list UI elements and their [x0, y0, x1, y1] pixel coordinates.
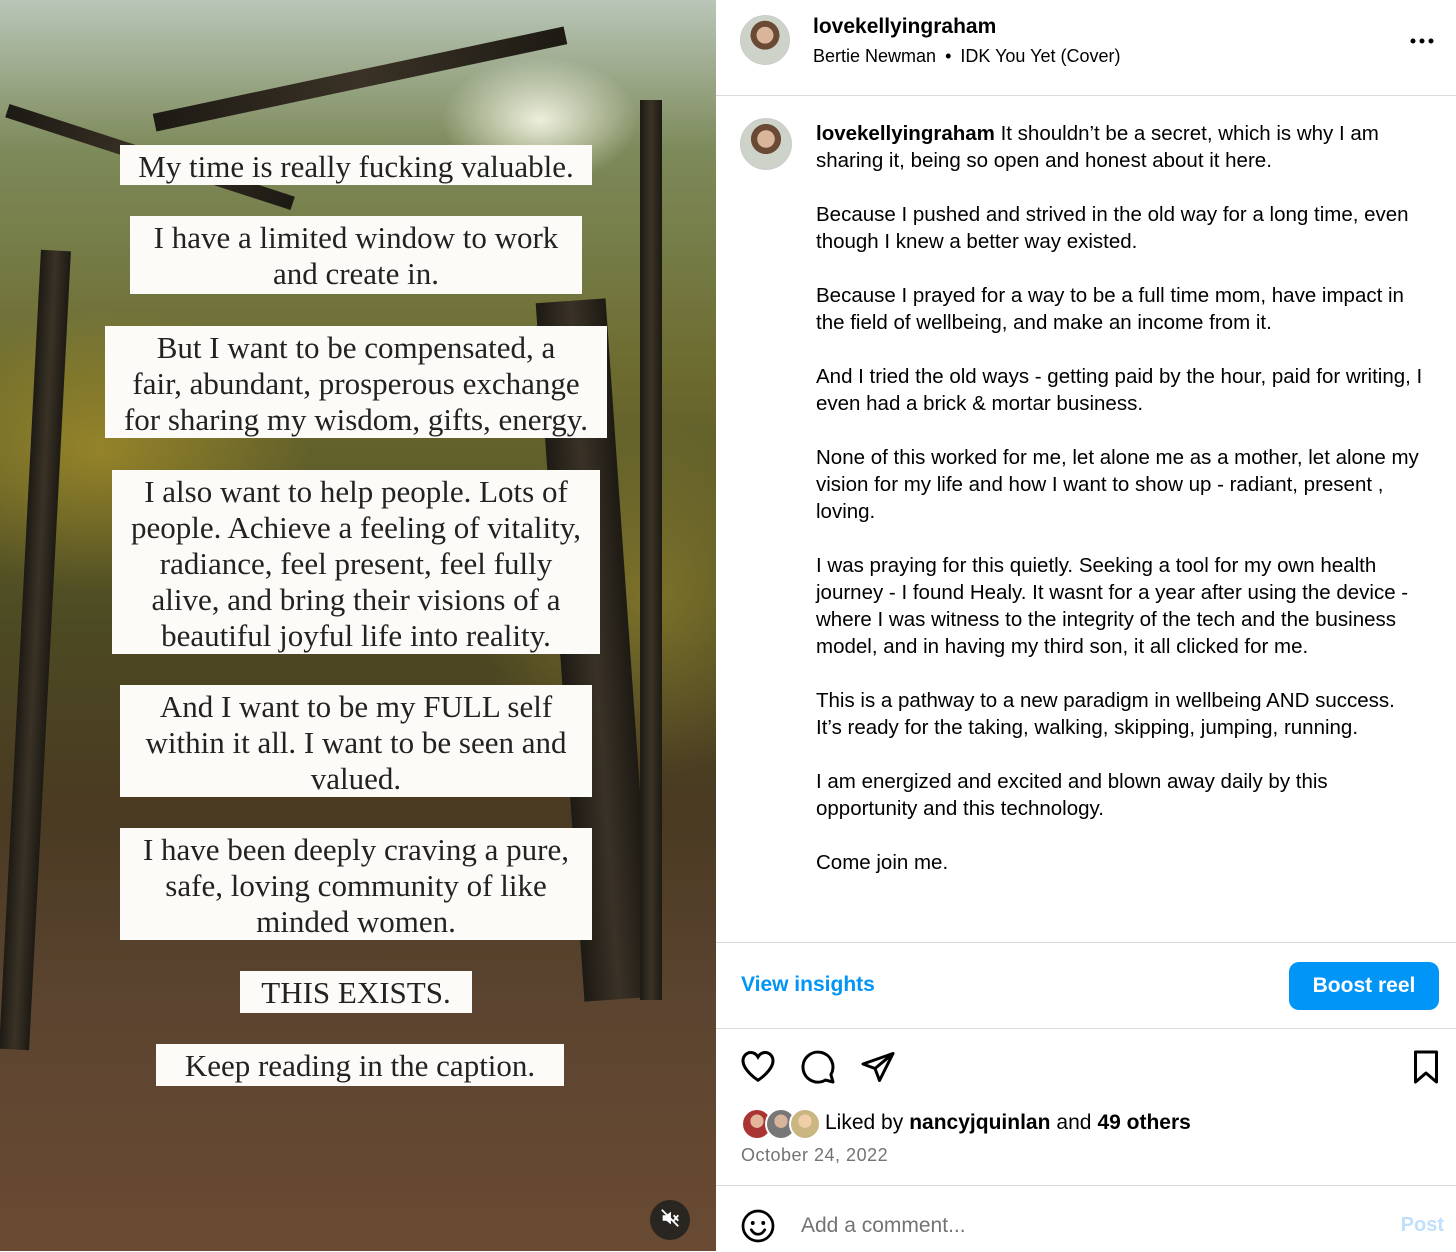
audio-artist[interactable]: Bertie Newman: [813, 46, 936, 66]
avatar: [789, 1108, 821, 1140]
text-card-6: I have been deeply craving a pure, safe,…: [120, 828, 592, 940]
text-card-4: I also want to help people. Lots of peop…: [112, 470, 600, 654]
caption-paragraph: I am energized and excited and blown awa…: [816, 770, 1328, 820]
caption-paragraph: Because I pushed and strived in the old …: [816, 203, 1409, 253]
post-comment-button[interactable]: Post: [1401, 1214, 1444, 1237]
insights-bar: View insights Boost reel: [716, 942, 1456, 1029]
action-icons: [716, 1045, 1456, 1090]
caption-avatar[interactable]: [740, 118, 792, 170]
caption-scroll[interactable]: lovekellyingraham It shouldn’t be a secr…: [716, 96, 1456, 941]
heart-icon[interactable]: [740, 1049, 776, 1088]
caption-paragraph: Because I prayed for a way to be a full …: [816, 284, 1404, 334]
comment-icon[interactable]: [800, 1049, 836, 1090]
likes-user[interactable]: nancyjquinlan: [909, 1111, 1050, 1135]
likes-and: and: [1056, 1111, 1092, 1134]
tree-trunk: [640, 100, 662, 1000]
caption-paragraph: I was praying for this quietly. Seeking …: [816, 554, 1409, 658]
text-card-3: But I want to be compensated, a fair, ab…: [105, 326, 607, 438]
speaker-muted-icon: [659, 1207, 681, 1234]
caption-text: lovekellyingraham It shouldn’t be a secr…: [816, 120, 1426, 903]
caption-paragraph: This is a pathway to a new paradigm in w…: [816, 689, 1395, 739]
audio-separator: •: [945, 46, 952, 66]
more-options-icon: [1410, 32, 1434, 49]
audio-title[interactable]: IDK You Yet (Cover): [960, 46, 1120, 66]
text-card-7: THIS EXISTS.: [240, 971, 472, 1013]
header-username[interactable]: lovekellyingraham: [813, 15, 996, 39]
caption-paragraph: Come join me.: [816, 851, 949, 874]
avatar[interactable]: [740, 15, 790, 65]
likes-prefix: Liked by: [825, 1111, 904, 1134]
view-insights-link[interactable]: View insights: [741, 973, 875, 997]
tree-branch: [152, 26, 568, 132]
likes-others[interactable]: 49 others: [1097, 1111, 1190, 1135]
post-header: lovekellyingraham Bertie Newman • IDK Yo…: [716, 0, 1456, 96]
tree-trunk: [0, 249, 71, 1051]
post-date[interactable]: October 24, 2022: [741, 1145, 888, 1166]
liker-avatars[interactable]: [741, 1108, 821, 1140]
caption-username[interactable]: lovekellyingraham: [816, 122, 995, 145]
text-card-1: My time is really fucking valuable.: [120, 145, 592, 185]
text-card-5: And I want to be my FULL self within it …: [120, 685, 592, 797]
share-icon[interactable]: [860, 1049, 896, 1090]
likes-row: Liked by nancyjquinlan and 49 others: [741, 1108, 1191, 1140]
comment-input[interactable]: Add a comment...: [801, 1214, 966, 1238]
boost-reel-button[interactable]: Boost reel: [1289, 962, 1439, 1010]
caption-paragraph: And I tried the old ways - getting paid …: [816, 365, 1423, 415]
post-panel: lovekellyingraham Bertie Newman • IDK Yo…: [716, 0, 1456, 1251]
comment-bar: Add a comment... Post: [716, 1185, 1456, 1252]
mute-button[interactable]: [650, 1200, 690, 1240]
bookmark-icon[interactable]: [1410, 1049, 1442, 1090]
more-options-button[interactable]: [1410, 32, 1434, 50]
text-card-8: Keep reading in the caption.: [156, 1044, 564, 1086]
text-card-2: I have a limited window to work and crea…: [130, 216, 582, 294]
caption-paragraph: None of this worked for me, let alone me…: [816, 446, 1419, 523]
audio-info[interactable]: Bertie Newman • IDK You Yet (Cover): [813, 46, 1121, 67]
emoji-icon[interactable]: [740, 1208, 776, 1249]
reel-video[interactable]: My time is really fucking valuable. I ha…: [0, 0, 716, 1251]
